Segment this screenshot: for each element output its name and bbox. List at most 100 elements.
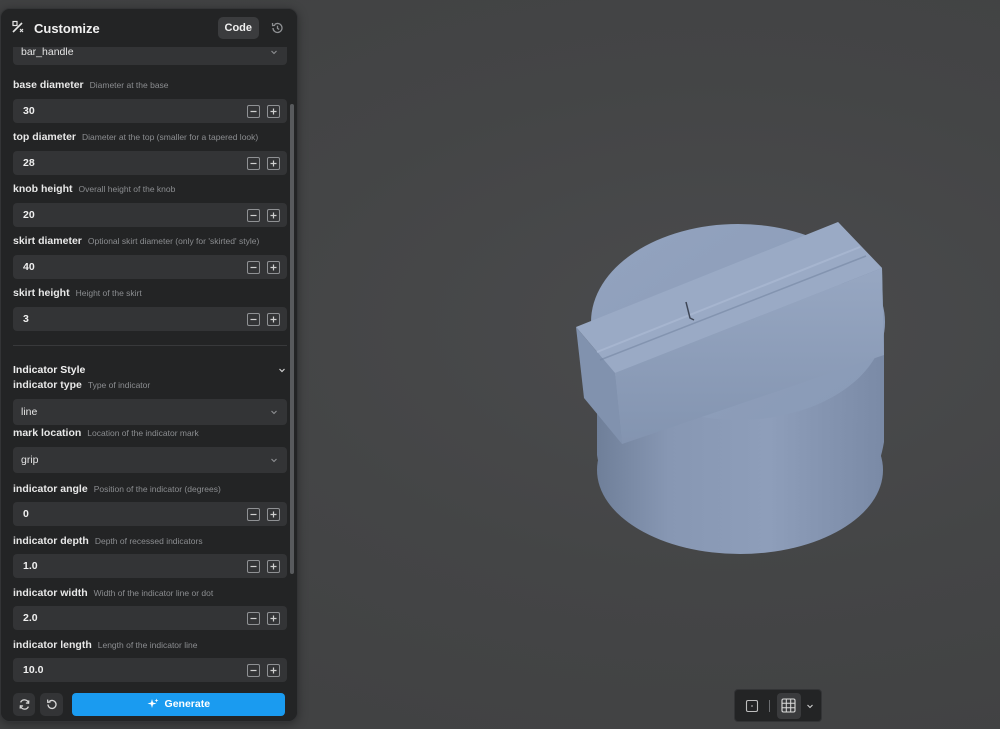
param-label: indicator depth	[13, 535, 89, 547]
panel-title: Customize	[34, 20, 100, 36]
param-description: Type of indicator	[87, 380, 151, 390]
minus-icon[interactable]	[247, 611, 260, 625]
style-select-value: bar_handle	[21, 46, 74, 58]
param-value[interactable]: 40	[23, 261, 35, 273]
param-description: Location of the indicator mark	[87, 428, 199, 438]
param-description: Optional skirt diameter (only for 'skirt…	[87, 236, 260, 246]
scrollbar[interactable]	[290, 104, 294, 574]
param-label: indicator type	[13, 379, 82, 391]
param-label: base diameter	[13, 79, 84, 91]
refresh-button[interactable]	[13, 692, 36, 716]
top-diameter-input[interactable]: 28	[13, 151, 287, 175]
plus-icon[interactable]	[267, 507, 280, 521]
param-label: indicator angle	[13, 483, 88, 495]
param-description: Position of the indicator (degrees)	[93, 484, 221, 494]
minus-icon[interactable]	[247, 208, 260, 222]
param-label: indicator width	[13, 587, 88, 599]
panel-header: Customize Code	[1, 9, 297, 47]
indicator-angle-input[interactable]: 0	[13, 502, 287, 526]
minus-icon[interactable]	[247, 312, 260, 326]
plus-icon[interactable]	[267, 260, 280, 274]
mark-location-select[interactable]: grip	[13, 447, 287, 473]
minus-icon[interactable]	[247, 663, 260, 677]
sparkle-icon	[147, 698, 159, 710]
param-description: Diameter at the top (smaller for a taper…	[82, 132, 259, 142]
param-label-row: knob height Overall height of the knob	[13, 183, 175, 197]
history-icon[interactable]	[267, 18, 287, 38]
toolbar-divider	[768, 699, 770, 712]
param-value[interactable]: 28	[23, 157, 35, 169]
param-description: Diameter at the base	[89, 80, 169, 90]
plus-icon[interactable]	[267, 663, 280, 677]
plus-icon[interactable]	[267, 208, 280, 222]
indicator-width-input[interactable]: 2.0	[13, 606, 287, 630]
param-label-row: indicator width Width of the indicator l…	[13, 587, 213, 601]
param-label-row: base diameter Diameter at the base	[13, 79, 169, 93]
minus-icon[interactable]	[247, 507, 260, 521]
minus-icon[interactable]	[247, 104, 260, 118]
indicator-depth-input[interactable]: 1.0	[13, 554, 287, 578]
chevron-down-icon	[269, 455, 279, 465]
skirt-diameter-input[interactable]: 40	[13, 255, 287, 279]
parameters-scroll-area[interactable]: bar_handle base diameter Diameter at the…	[1, 39, 289, 684]
select-value: line	[21, 406, 38, 418]
param-label: top diameter	[13, 131, 77, 143]
wand-icon	[11, 20, 27, 36]
skirt-height-input[interactable]: 3	[13, 307, 287, 331]
reset-button[interactable]	[40, 692, 63, 716]
minus-icon[interactable]	[247, 559, 260, 573]
view-toolbar	[734, 689, 822, 722]
param-label: skirt diameter	[13, 235, 82, 247]
code-button[interactable]: Code	[217, 17, 259, 39]
param-value[interactable]: 10.0	[23, 664, 43, 676]
single-view-icon	[745, 699, 759, 713]
indicator-length-input[interactable]: 10.0	[13, 658, 287, 682]
undo-icon	[45, 698, 58, 711]
param-value[interactable]: 20	[23, 209, 35, 221]
param-value[interactable]: 30	[23, 105, 35, 117]
param-value[interactable]: 2.0	[23, 612, 38, 624]
plus-icon[interactable]	[267, 611, 280, 625]
plus-icon[interactable]	[267, 156, 280, 170]
generate-label: Generate	[164, 698, 211, 710]
param-label-row: indicator depth Depth of recessed indica…	[13, 535, 203, 549]
base-diameter-input[interactable]: 30	[13, 99, 287, 123]
param-label-row: indicator angle Position of the indicato…	[13, 483, 221, 497]
param-value[interactable]: 0	[23, 508, 29, 520]
plus-icon[interactable]	[267, 104, 280, 118]
plus-icon[interactable]	[267, 559, 280, 573]
section-divider	[13, 345, 287, 346]
section-title: Indicator Style	[13, 364, 86, 376]
param-label: indicator length	[13, 639, 92, 651]
param-description: Width of the indicator line or dot	[93, 588, 214, 598]
chevron-down-icon[interactable]	[277, 365, 287, 375]
chevron-down-icon	[269, 47, 279, 57]
minus-icon[interactable]	[247, 260, 260, 274]
param-label-row: mark location Location of the indicator …	[13, 427, 199, 441]
param-description: Overall height of the knob	[78, 184, 176, 194]
param-label: mark location	[13, 427, 82, 439]
param-label-row: skirt diameter Optional skirt diameter (…	[13, 235, 259, 249]
chevron-down-icon	[269, 407, 279, 417]
param-value[interactable]: 3	[23, 313, 29, 325]
plus-icon[interactable]	[267, 312, 280, 326]
knob-height-input[interactable]: 20	[13, 203, 287, 227]
refresh-icon	[18, 698, 31, 711]
param-description: Length of the indicator line	[97, 640, 198, 650]
single-view-button[interactable]	[741, 694, 764, 718]
param-label-row: skirt height Height of the skirt	[13, 287, 142, 301]
indicator-type-select[interactable]: line	[13, 399, 287, 425]
grid-view-button[interactable]	[776, 692, 801, 719]
generate-button[interactable]: Generate	[71, 692, 286, 716]
param-label: knob height	[13, 183, 73, 195]
select-value: grip	[21, 454, 39, 466]
param-value[interactable]: 1.0	[23, 560, 38, 572]
param-description: Height of the skirt	[75, 288, 142, 298]
chevron-down-icon[interactable]	[805, 701, 815, 711]
section-indicator-style[interactable]: Indicator Style	[13, 363, 287, 377]
param-label-row: indicator type Type of indicator	[13, 379, 150, 393]
param-label-row: top diameter Diameter at the top (smalle…	[13, 131, 258, 145]
customize-panel: Customize Code bar_handle base diameter …	[0, 8, 298, 722]
minus-icon[interactable]	[247, 156, 260, 170]
param-label-row: indicator length Length of the indicator…	[13, 639, 197, 653]
